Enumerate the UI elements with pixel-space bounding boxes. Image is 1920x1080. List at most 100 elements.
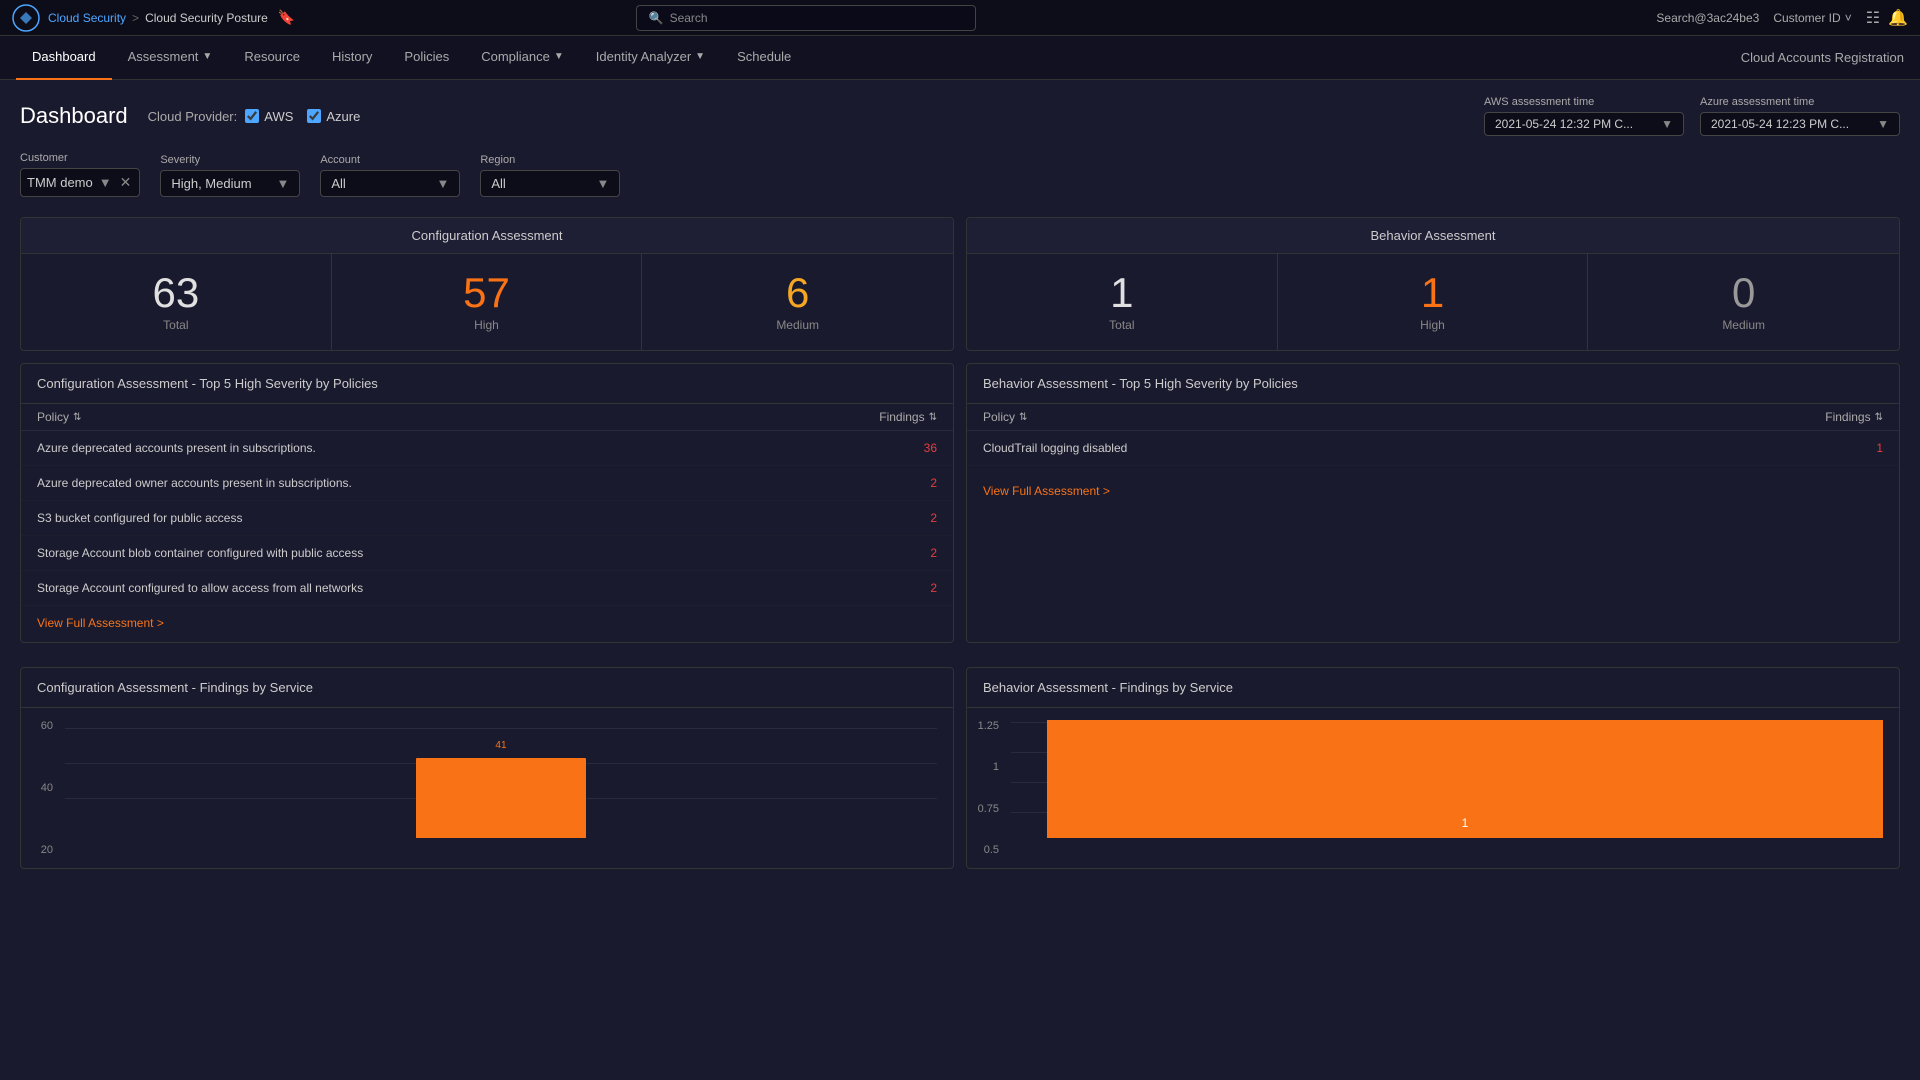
topbar-user: Search@3ac24be3 <box>1656 11 1759 25</box>
aws-time-label: AWS assessment time <box>1484 96 1684 108</box>
customer-dropdown-arrow: ˅ <box>1845 11 1852 25</box>
breadcrumb-app[interactable]: Cloud Security <box>48 11 126 25</box>
navbar: Dashboard Assessment ▼ Resource History … <box>0 36 1920 80</box>
severity-filter-label: Severity <box>160 154 300 166</box>
behavior-assessment-header: Behavior Assessment <box>967 218 1899 254</box>
nav-item-schedule[interactable]: Schedule <box>721 36 807 80</box>
azure-label: Azure <box>326 109 360 124</box>
topbar-right: Search@3ac24be3 Customer ID ˅ ☷ 🔔 <box>1656 8 1908 28</box>
chevron-down-icon: ▼ <box>695 51 705 62</box>
table-row: CloudTrail logging disabled 1 <box>967 431 1899 466</box>
behavior-stat-medium: 0 Medium <box>1588 254 1899 350</box>
config-stat-medium: 6 Medium <box>642 254 953 350</box>
close-icon[interactable]: ✕ <box>118 174 134 191</box>
bell-icon[interactable]: 🔔 <box>1888 8 1908 28</box>
top-bar: Cloud Security > Cloud Security Posture … <box>0 0 1920 36</box>
nav-item-identity-analyzer[interactable]: Identity Analyzer ▼ <box>580 36 721 80</box>
region-dropdown[interactable]: All ▼ <box>480 170 620 197</box>
account-dropdown[interactable]: All ▼ <box>320 170 460 197</box>
severity-filter: Severity High, Medium ▼ <box>160 154 300 197</box>
table-row: Azure deprecated owner accounts present … <box>21 466 953 501</box>
breadcrumb-current: Cloud Security Posture <box>145 11 268 25</box>
behavior-table-cols: Policy ⇅ Findings ⇅ <box>967 404 1899 431</box>
customer-filter-label: Customer <box>20 152 140 164</box>
bookmark-icon[interactable]: 🔖 <box>278 9 295 26</box>
dropdown-arrow-icon: ▼ <box>276 176 289 191</box>
account-value: All <box>331 176 345 191</box>
sort-icon[interactable]: ⇅ <box>929 412 937 423</box>
config-chart-header: Configuration Assessment - Findings by S… <box>21 668 953 708</box>
nav-item-policies[interactable]: Policies <box>388 36 465 80</box>
config-stats-row: 63 Total 57 High 6 Medium <box>21 254 953 350</box>
config-y-axis: 60 40 20 <box>21 720 57 856</box>
top5-tables-row: Configuration Assessment - Top 5 High Se… <box>20 363 1900 655</box>
behavior-stat-total: 1 Total <box>967 254 1278 350</box>
region-filter: Region All ▼ <box>480 154 620 197</box>
behavior-view-link[interactable]: View Full Assessment > <box>967 474 1899 510</box>
behavior-policy-col-header: Policy ⇅ <box>983 410 1763 424</box>
search-bar[interactable]: 🔍 Search <box>636 5 976 31</box>
main-content: Dashboard Cloud Provider: AWS Azure AWS … <box>0 80 1920 885</box>
config-chart-panel: Configuration Assessment - Findings by S… <box>20 667 954 869</box>
severity-value: High, Medium <box>171 176 251 191</box>
page-title: Dashboard <box>20 103 128 129</box>
cloud-provider-checkboxes: AWS Azure <box>245 109 360 124</box>
config-medium-number: 6 <box>652 272 943 314</box>
aws-checkbox-label[interactable]: AWS <box>245 109 293 124</box>
behavior-stats-row: 1 Total 1 High 0 Medium <box>967 254 1899 350</box>
table-row: Azure deprecated accounts present in sub… <box>21 431 953 466</box>
azure-checkbox-label[interactable]: Azure <box>307 109 360 124</box>
azure-time-value[interactable]: 2021-05-24 12:23 PM C... ▼ <box>1700 112 1900 136</box>
search-icon: 🔍 <box>649 11 664 25</box>
severity-dropdown[interactable]: High, Medium ▼ <box>160 170 300 197</box>
config-full-assessment-link[interactable]: View Full Assessment > <box>37 616 164 630</box>
nav-item-compliance[interactable]: Compliance ▼ <box>465 36 580 80</box>
behavior-total-number: 1 <box>977 272 1267 314</box>
sort-icon[interactable]: ⇅ <box>1875 412 1883 423</box>
behavior-y-axis: 1.25 1 0.75 0.5 <box>967 720 1003 856</box>
sort-icon[interactable]: ⇅ <box>73 412 81 423</box>
account-filter-label: Account <box>320 154 460 166</box>
config-chart-bars: 41 <box>65 720 937 838</box>
aws-assessment-time: AWS assessment time 2021-05-24 12:32 PM … <box>1484 96 1684 136</box>
dashboard-header: Dashboard Cloud Provider: AWS Azure AWS … <box>20 96 1900 136</box>
grid-icon[interactable]: ☷ <box>1866 8 1880 28</box>
chart-bar: 41 <box>416 758 586 838</box>
behavior-chart-area: 1.25 1 0.75 0.5 1 <box>967 708 1899 868</box>
table-row: S3 bucket configured for public access 2 <box>21 501 953 536</box>
dropdown-arrow-icon: ▼ <box>436 176 449 191</box>
config-stat-high: 57 High <box>332 254 643 350</box>
topbar-customer[interactable]: Customer ID ˅ <box>1773 11 1851 25</box>
aws-time-value[interactable]: 2021-05-24 12:32 PM C... ▼ <box>1484 112 1684 136</box>
customer-dropdown[interactable]: ▼ <box>97 175 114 190</box>
nav-item-assessment[interactable]: Assessment ▼ <box>112 36 229 80</box>
config-stat-total: 63 Total <box>21 254 332 350</box>
config-view-link[interactable]: View Full Assessment > <box>21 606 953 642</box>
aws-checkbox[interactable] <box>245 109 259 123</box>
breadcrumb: Cloud Security > Cloud Security Posture … <box>48 9 295 26</box>
cloud-provider-label: Cloud Provider: <box>148 109 238 124</box>
region-value: All <box>491 176 505 191</box>
dropdown-arrow-icon: ▼ <box>99 175 112 190</box>
nav-item-resource[interactable]: Resource <box>228 36 316 80</box>
config-medium-label: Medium <box>652 318 943 332</box>
nav-item-history[interactable]: History <box>316 36 388 80</box>
config-table-cols: Policy ⇅ Findings ⇅ <box>21 404 953 431</box>
nav-item-dashboard[interactable]: Dashboard <box>16 36 112 80</box>
behavior-full-assessment-link[interactable]: View Full Assessment > <box>983 484 1110 498</box>
azure-time-label: Azure assessment time <box>1700 96 1900 108</box>
behavior-medium-number: 0 <box>1598 272 1889 314</box>
behavior-top5-header: Behavior Assessment - Top 5 High Severit… <box>967 364 1899 404</box>
azure-checkbox[interactable] <box>307 109 321 123</box>
config-high-label: High <box>342 318 632 332</box>
behavior-findings-col-header: Findings ⇅ <box>1763 410 1883 424</box>
sort-icon[interactable]: ⇅ <box>1019 412 1027 423</box>
config-policy-col-header: Policy ⇅ <box>37 410 817 424</box>
aws-label: AWS <box>264 109 293 124</box>
behavior-stat-high: 1 High <box>1278 254 1589 350</box>
nav-cloud-accounts[interactable]: Cloud Accounts Registration <box>1741 50 1904 65</box>
chart-bar-label: 1 <box>1462 816 1469 830</box>
config-top5-panel: Configuration Assessment - Top 5 High Se… <box>20 363 954 643</box>
customer-filter-value: TMM demo <box>27 175 93 190</box>
config-chart-area: 60 40 20 41 <box>21 708 953 868</box>
